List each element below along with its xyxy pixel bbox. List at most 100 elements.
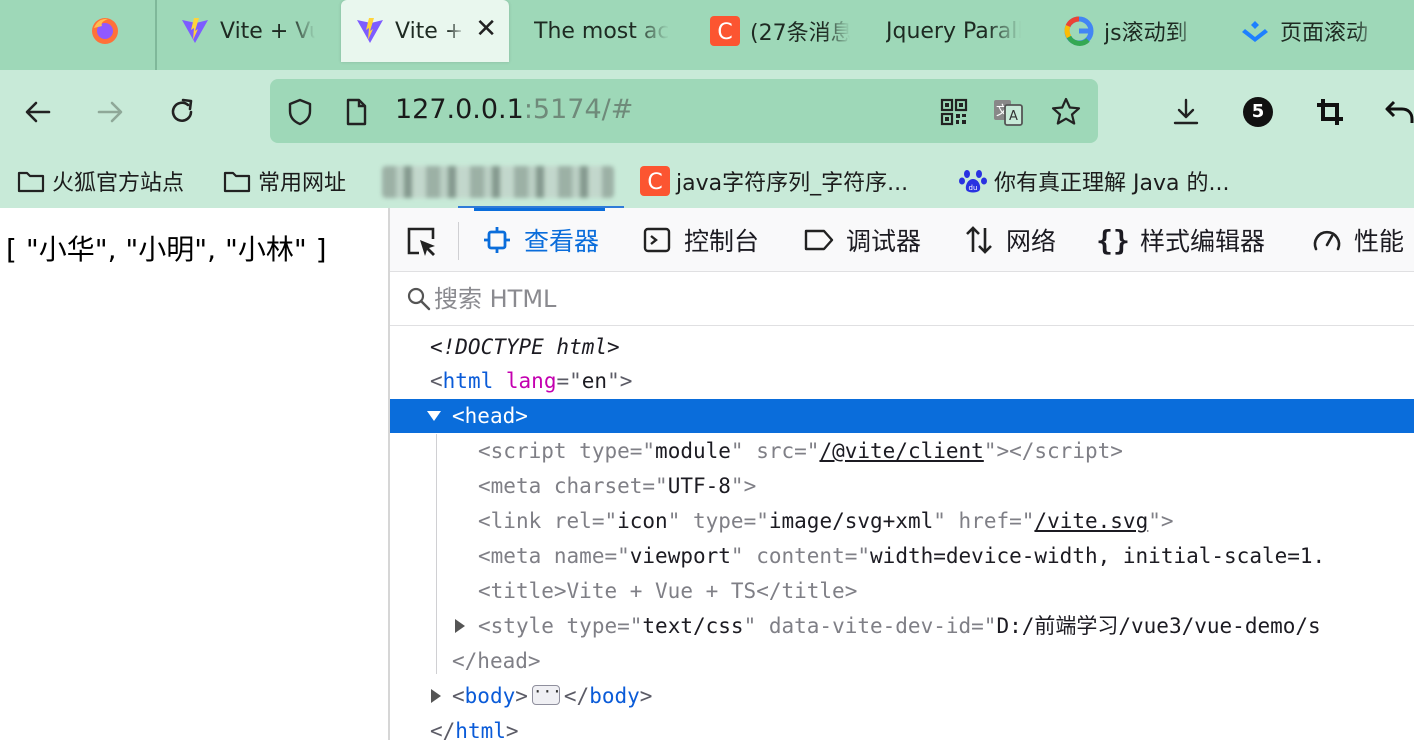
tab-label: 控制台 bbox=[684, 227, 760, 256]
element-picker-icon bbox=[407, 227, 435, 256]
node-head-close[interactable]: </head> bbox=[390, 644, 1414, 678]
title-tag: <title>Vite + Vue + TS</title> bbox=[478, 579, 858, 603]
devtools-panel: 查看器 控制台 调试器 网络 {} 样式编辑器 性能 <!DOCTYPE htm bbox=[390, 208, 1414, 740]
ellipsis-expand-icon[interactable]: ··· bbox=[531, 684, 562, 705]
tab-most-accurate[interactable]: The most accurate bbox=[534, 0, 674, 62]
node-meta-charset[interactable]: <meta charset="UTF-8"> bbox=[390, 469, 1414, 503]
bookmark-folder-firefox[interactable]: 火狐官方站点 bbox=[16, 163, 184, 199]
html-open-tag: <html lang="en"> bbox=[430, 369, 633, 393]
tab-title: Vite + Vue bbox=[220, 18, 315, 44]
node-link[interactable]: <link rel="icon" type="image/svg+xml" hr… bbox=[390, 504, 1414, 538]
node-title[interactable]: <title>Vite + Vue + TS</title> bbox=[390, 574, 1414, 608]
page-viewport: [ "小华", "小明", "小林" ] bbox=[0, 208, 388, 740]
node-style[interactable]: <style type="text/css" data-vite-dev-id=… bbox=[390, 609, 1414, 643]
tab-console[interactable]: 控制台 bbox=[640, 208, 759, 272]
meta-viewport-tag: <meta name="viewport" content="width=dev… bbox=[478, 544, 1326, 568]
downloads-button[interactable] bbox=[1166, 92, 1206, 132]
forward-arrow-icon bbox=[97, 101, 123, 123]
collapse-twisty-icon[interactable] bbox=[424, 399, 444, 433]
tab-jquery-parallax[interactable]: Jquery Parallax bbox=[886, 0, 1026, 62]
bookmark-star-icon[interactable] bbox=[1048, 94, 1084, 130]
rendered-array-text: [ "小华", "小明", "小林" ] bbox=[6, 233, 327, 266]
csdn-icon: C bbox=[640, 166, 670, 196]
bookmark-folder-common[interactable]: 常用网址 bbox=[222, 163, 346, 199]
back-button[interactable] bbox=[18, 92, 58, 132]
bookmark-java-understand[interactable]: du 你有真正理解 Java 的... bbox=[958, 163, 1229, 199]
vite-icon bbox=[355, 16, 385, 46]
bookmark-label: 你有真正理解 Java 的... bbox=[994, 171, 1230, 196]
tab-title: js滚动到 bbox=[1104, 21, 1188, 46]
screenshot-button[interactable] bbox=[1310, 92, 1350, 132]
network-icon bbox=[962, 223, 996, 257]
body-tag: <body> ···</body> bbox=[452, 682, 653, 709]
tab-firefox-view[interactable] bbox=[90, 0, 150, 62]
tab-debugger[interactable]: 调试器 bbox=[802, 208, 921, 272]
svg-text:C: C bbox=[647, 170, 662, 195]
reload-icon bbox=[171, 98, 193, 122]
tab-network[interactable]: 网络 bbox=[962, 208, 1056, 272]
url-text[interactable]: 127.0.0.1:5174/# bbox=[395, 94, 633, 125]
script-tag: <script type="module" src="/@vite/client… bbox=[478, 439, 1123, 463]
debugger-icon bbox=[802, 223, 836, 257]
expand-twisty-icon[interactable] bbox=[450, 609, 470, 643]
page-icon[interactable] bbox=[338, 94, 374, 130]
node-meta-viewport[interactable]: <meta name="viewport" content="width=dev… bbox=[390, 539, 1414, 573]
element-picker-button[interactable] bbox=[404, 224, 440, 260]
svg-text:A: A bbox=[1009, 109, 1018, 124]
bookmarks-toolbar: 火狐官方站点 常用网址 C java字符序列_字符序... du 你有真正理解 … bbox=[0, 153, 1414, 208]
undo-button[interactable] bbox=[1380, 92, 1414, 132]
tab-vite-active[interactable]: Vite + Vue + TS ✕ bbox=[341, 0, 509, 62]
url-path: :5174/# bbox=[523, 94, 634, 125]
tab-label: 调试器 bbox=[846, 227, 922, 256]
svg-text:du: du bbox=[969, 184, 978, 192]
search-icon bbox=[407, 287, 431, 311]
tab-label: 网络 bbox=[1006, 227, 1057, 256]
baidu-paw-icon: du bbox=[958, 166, 988, 196]
tab-js-scroll[interactable]: js滚动到 bbox=[1064, 0, 1204, 62]
tab-strip: Vite + Vue Vite + Vue + TS ✕ The most ac… bbox=[0, 0, 1414, 70]
expand-twisty-icon[interactable] bbox=[426, 679, 446, 713]
reload-button[interactable] bbox=[162, 92, 202, 132]
node-script[interactable]: <script type="module" src="/@vite/client… bbox=[390, 434, 1414, 468]
tab-style-editor[interactable]: {} 样式编辑器 bbox=[1096, 208, 1265, 272]
doctype-text: <!DOCTYPE html> bbox=[430, 335, 620, 359]
meta-charset-tag: <meta charset="UTF-8"> bbox=[478, 474, 757, 498]
html-search-input[interactable] bbox=[434, 280, 1334, 318]
toolbar-separator bbox=[458, 222, 459, 260]
shield-icon[interactable] bbox=[282, 94, 318, 130]
tab-label: 样式编辑器 bbox=[1140, 227, 1266, 256]
link-tag: <link rel="icon" type="image/svg+xml" hr… bbox=[478, 509, 1174, 533]
vite-icon bbox=[180, 16, 210, 46]
markup-tree: <!DOCTYPE html> <html lang="en"> <head> … bbox=[390, 330, 1414, 740]
qr-code-icon[interactable] bbox=[936, 94, 972, 130]
style-tag: <style type="text/css" data-vite-dev-id=… bbox=[478, 614, 1321, 638]
node-html[interactable]: <html lang="en"> bbox=[390, 364, 1414, 398]
undo-icon bbox=[1385, 100, 1414, 123]
node-body[interactable]: <body> ···</body> bbox=[390, 679, 1414, 713]
address-bar[interactable]: 127.0.0.1:5174/# 文A bbox=[270, 79, 1098, 143]
bookmark-label: java字符序列_字符序... bbox=[676, 171, 909, 196]
extension-badge-button[interactable]: 5 bbox=[1238, 92, 1278, 132]
blurred-bookmark[interactable] bbox=[382, 166, 614, 198]
tab-title: Jquery Parallax bbox=[886, 18, 1021, 44]
download-icon bbox=[1173, 98, 1199, 125]
bookmark-java-sequence[interactable]: C java字符序列_字符序... bbox=[640, 163, 908, 199]
tab-page-scroll[interactable]: 页面滚动 bbox=[1240, 0, 1390, 62]
tab-label: 查看器 bbox=[524, 227, 600, 256]
node-html-close[interactable]: </html> bbox=[390, 714, 1414, 740]
tab-label: 性能 bbox=[1354, 227, 1405, 256]
svg-text:C: C bbox=[717, 20, 732, 45]
inspector-icon bbox=[480, 223, 514, 257]
style-editor-icon: {} bbox=[1096, 223, 1130, 257]
tab-vite-1[interactable]: Vite + Vue bbox=[180, 0, 320, 62]
tab-separator bbox=[155, 0, 157, 70]
close-tab-icon[interactable]: ✕ bbox=[475, 14, 497, 44]
translate-icon[interactable]: 文A bbox=[990, 94, 1026, 130]
forward-button[interactable] bbox=[90, 92, 130, 132]
tab-csdn[interactable]: C (27条消息) bbox=[710, 0, 860, 62]
node-head-selected[interactable]: <head> bbox=[390, 399, 1414, 433]
tab-performance[interactable]: 性能 bbox=[1310, 208, 1404, 272]
folder-icon bbox=[16, 166, 46, 196]
node-doctype[interactable]: <!DOCTYPE html> bbox=[390, 330, 1414, 364]
tab-inspector[interactable]: 查看器 bbox=[473, 208, 606, 272]
